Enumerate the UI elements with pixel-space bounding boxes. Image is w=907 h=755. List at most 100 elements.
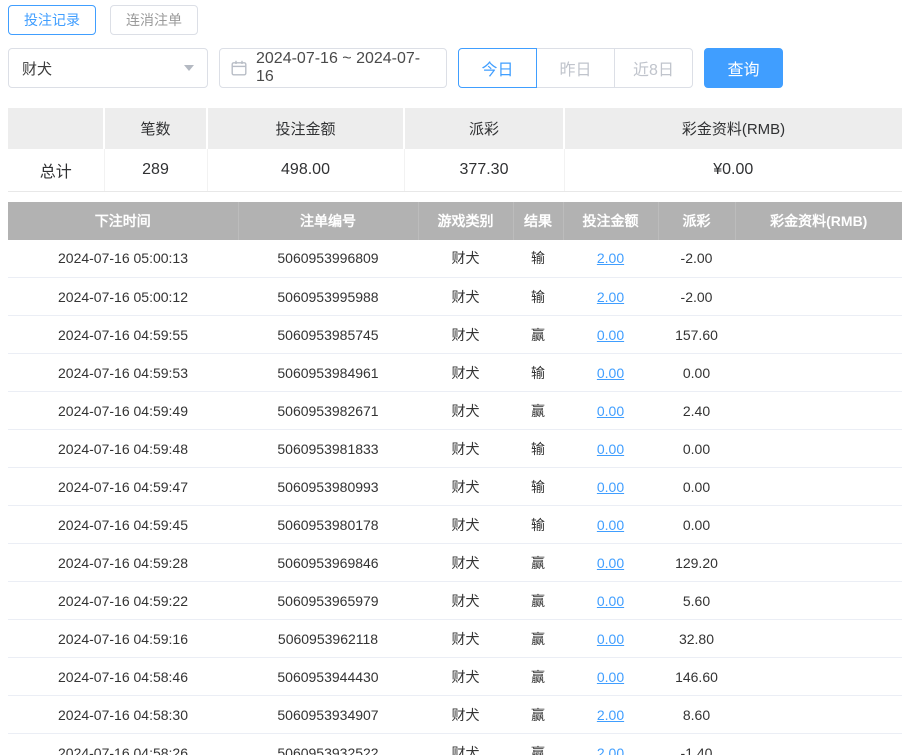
cell-bet-amount: 0.00 xyxy=(563,467,658,506)
cell-bet-time: 2024-07-16 04:59:16 xyxy=(8,619,238,658)
query-button[interactable]: 查询 xyxy=(704,48,783,88)
summary-header-row: 笔数 投注金额 派彩 彩金资料(RMB) xyxy=(8,108,902,149)
cell-bet-time: 2024-07-16 04:59:53 xyxy=(8,353,238,392)
cell-bet-time: 2024-07-16 04:59:45 xyxy=(8,505,238,544)
cell-game-type: 财犬 xyxy=(418,733,513,755)
bet-amount-link[interactable]: 0.00 xyxy=(597,327,624,343)
table-row: 2024-07-16 04:59:47 5060953980993 财犬输 0.00 0… xyxy=(8,467,902,506)
summary-total-label: 总计 xyxy=(8,149,105,192)
bet-amount-link[interactable]: 0.00 xyxy=(597,631,624,647)
summary-header-bonus: 彩金资料(RMB) xyxy=(564,108,902,149)
cell-bet-time: 2024-07-16 04:59:47 xyxy=(8,467,238,506)
cell-order-id: 5060953969846 xyxy=(238,543,418,582)
quick-date-button-group: 今日 昨日 近8日 xyxy=(458,48,693,88)
bet-amount-link[interactable]: 0.00 xyxy=(597,555,624,571)
cell-game-type: 财犬 xyxy=(418,619,513,658)
date-range-value: 2024-07-16 ~ 2024-07-16 xyxy=(256,50,421,85)
cell-result: 输 xyxy=(513,239,563,278)
cell-bet-amount: 0.00 xyxy=(563,429,658,468)
cell-result: 赢 xyxy=(513,315,563,354)
cell-bet-time: 2024-07-16 04:59:49 xyxy=(8,391,238,430)
summary-table: 笔数 投注金额 派彩 彩金资料(RMB) 总计 289 498.00 377.3… xyxy=(8,108,902,192)
cell-payout: -2.00 xyxy=(658,239,735,278)
bet-amount-link[interactable]: 0.00 xyxy=(597,517,624,533)
cell-bet-time: 2024-07-16 04:59:48 xyxy=(8,429,238,468)
header-bet-time: 下注时间 xyxy=(8,201,239,240)
bet-amount-link[interactable]: 2.00 xyxy=(597,745,624,755)
cell-bonus xyxy=(735,277,902,316)
last-8-days-button[interactable]: 近8日 xyxy=(614,48,693,88)
cell-bonus xyxy=(735,467,902,506)
chevron-down-icon xyxy=(184,65,194,71)
cell-bet-time: 2024-07-16 04:59:28 xyxy=(8,543,238,582)
bet-amount-link[interactable]: 2.00 xyxy=(597,707,624,723)
bet-amount-link[interactable]: 0.00 xyxy=(597,479,624,495)
header-bonus: 彩金资料(RMB) xyxy=(735,201,902,240)
cell-game-type: 财犬 xyxy=(418,505,513,544)
header-payout: 派彩 xyxy=(658,201,736,240)
cell-bet-time: 2024-07-16 05:00:12 xyxy=(8,277,238,316)
date-range-picker[interactable]: 2024-07-16 ~ 2024-07-16 xyxy=(219,48,447,88)
cell-order-id: 5060953996809 xyxy=(238,239,418,278)
header-order-id: 注单编号 xyxy=(238,201,419,240)
cell-result: 赢 xyxy=(513,581,563,620)
header-bet-amount: 投注金额 xyxy=(563,201,659,240)
game-select[interactable]: 财犬 xyxy=(8,48,208,88)
cell-result: 输 xyxy=(513,467,563,506)
bet-amount-link[interactable]: 0.00 xyxy=(597,669,624,685)
cell-game-type: 财犬 xyxy=(418,657,513,696)
tab-chained-cancelled-orders[interactable]: 连消注单 xyxy=(110,5,198,35)
cell-bonus xyxy=(735,733,902,755)
bet-amount-link[interactable]: 0.00 xyxy=(597,593,624,609)
cell-bonus xyxy=(735,353,902,392)
tab-betting-records[interactable]: 投注记录 xyxy=(8,5,96,35)
summary-total-bet-amount: 498.00 xyxy=(207,149,405,192)
table-row: 2024-07-16 04:59:45 5060953980178 财犬输 0.00 0… xyxy=(8,505,902,544)
table-row: 2024-07-16 04:59:16 5060953962118 财犬赢 0.00 3… xyxy=(8,619,902,658)
bet-amount-link[interactable]: 0.00 xyxy=(597,403,624,419)
cell-bet-amount: 0.00 xyxy=(563,619,658,658)
cell-bonus xyxy=(735,391,902,430)
cell-order-id: 5060953934907 xyxy=(238,695,418,734)
bet-records-table: 下注时间 注单编号 游戏类别 结果 投注金额 派彩 彩金资料(RMB) 2024… xyxy=(8,201,902,755)
today-button[interactable]: 今日 xyxy=(458,48,537,88)
summary-total-bonus: ¥0.00 xyxy=(564,149,902,192)
cell-payout: -1.40 xyxy=(658,733,735,755)
cell-game-type: 财犬 xyxy=(418,429,513,468)
cell-bonus xyxy=(735,581,902,620)
cell-result: 赢 xyxy=(513,543,563,582)
summary-total-payout: 377.30 xyxy=(404,149,565,192)
cell-payout: 32.80 xyxy=(658,619,735,658)
cell-order-id: 5060953980178 xyxy=(238,505,418,544)
table-row: 2024-07-16 05:00:12 5060953995988 财犬输 2.00 -… xyxy=(8,277,902,316)
table-row: 2024-07-16 04:58:46 5060953944430 财犬赢 0.00 1… xyxy=(8,657,902,696)
cell-bet-time: 2024-07-16 04:59:22 xyxy=(8,581,238,620)
calendar-icon xyxy=(231,60,247,76)
table-row: 2024-07-16 04:59:55 5060953985745 财犬赢 0.00 1… xyxy=(8,315,902,354)
table-row: 2024-07-16 04:59:49 5060953982671 财犬赢 0.00 2… xyxy=(8,391,902,430)
cell-payout: 129.20 xyxy=(658,543,735,582)
cell-bet-time: 2024-07-16 04:59:55 xyxy=(8,315,238,354)
table-row: 2024-07-16 04:59:53 5060953984961 财犬输 0.00 0… xyxy=(8,353,902,392)
bet-amount-link[interactable]: 2.00 xyxy=(597,250,624,266)
bet-amount-link[interactable]: 2.00 xyxy=(597,289,624,305)
cell-result: 赢 xyxy=(513,657,563,696)
bet-amount-link[interactable]: 0.00 xyxy=(597,365,624,381)
bet-amount-link[interactable]: 0.00 xyxy=(597,441,624,457)
cell-bet-amount: 0.00 xyxy=(563,315,658,354)
cell-bonus xyxy=(735,239,902,278)
cell-bet-amount: 2.00 xyxy=(563,277,658,316)
cell-bonus xyxy=(735,315,902,354)
yesterday-button[interactable]: 昨日 xyxy=(536,48,615,88)
cell-bet-time: 2024-07-16 04:58:30 xyxy=(8,695,238,734)
cell-payout: 0.00 xyxy=(658,467,735,506)
cell-result: 输 xyxy=(513,277,563,316)
cell-result: 输 xyxy=(513,429,563,468)
summary-header-bet-amount: 投注金额 xyxy=(207,108,405,149)
bet-table-body: 2024-07-16 05:00:13 5060953996809 财犬输 2.00-… xyxy=(8,239,902,755)
cell-result: 赢 xyxy=(513,391,563,430)
cell-game-type: 财犬 xyxy=(418,543,513,582)
bet-table-header-row: 下注时间 注单编号 游戏类别 结果 投注金额 派彩 彩金资料(RMB) xyxy=(8,201,902,240)
cell-bet-amount: 2.00 xyxy=(563,733,658,755)
cell-order-id: 5060953982671 xyxy=(238,391,418,430)
